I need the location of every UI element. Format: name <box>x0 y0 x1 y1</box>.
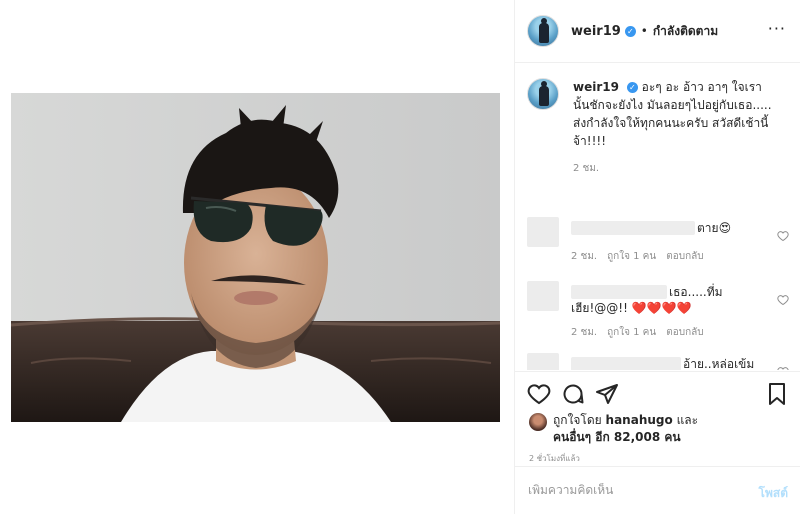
likes-text: ถูกใจโดย hanahugo และ คนอื่นๆ อีก 82,008… <box>553 412 713 446</box>
reply-button[interactable]: ตอบกลับ <box>666 251 703 262</box>
like-heart-icon[interactable] <box>527 382 551 406</box>
media-area <box>0 0 514 514</box>
commenter-avatar[interactable] <box>527 217 559 247</box>
action-icons <box>527 382 789 406</box>
separator-dot: • <box>640 24 648 38</box>
post-panel: weir19 ✓ • กำลังติดตาม ··· weir19 ✓ อะๆ … <box>514 0 800 514</box>
comment-meta: 2 ชม. ถูกใจ 1 คน ตอบกลับ <box>571 325 714 340</box>
liker-username[interactable]: hanahugo <box>606 413 673 427</box>
comment-time[interactable]: 2 ชม. <box>571 251 597 262</box>
comment-meta: 2 ชม. ถูกใจ 1 คน ตอบกลับ <box>571 249 714 264</box>
comment-item: อ้าย..หล่อเข้ม <box>527 353 789 370</box>
verified-badge-icon: ✓ <box>624 25 636 37</box>
comment-item: ตาย😍 2 ชม. ถูกใจ 1 คน ตอบกลับ <box>527 217 789 267</box>
likes-others[interactable]: คนอื่นๆ อีก 82,008 คน <box>553 430 681 444</box>
author-avatar[interactable] <box>527 15 559 47</box>
verified-badge-icon: ✓ <box>626 82 638 93</box>
comments-list[interactable]: weir19 ✓ อะๆ อะ อ้าว อาๆ ใจเรานั้นชักจะย… <box>515 64 800 370</box>
more-options-icon[interactable]: ··· <box>768 21 786 37</box>
post-photo-graphic <box>11 93 500 422</box>
add-comment-bar: โพสต์ <box>514 466 800 514</box>
reply-button[interactable]: ตอบกลับ <box>666 327 703 338</box>
like-comment-icon[interactable] <box>777 291 789 306</box>
comment-text: ตาย😍 <box>697 221 732 235</box>
liker-avatar[interactable] <box>529 413 547 431</box>
author-username[interactable]: weir19 <box>571 24 621 39</box>
like-comment-icon[interactable] <box>777 363 789 370</box>
like-comment-icon[interactable] <box>777 227 789 242</box>
comment-input[interactable] <box>528 483 728 497</box>
commenter-name-redacted[interactable] <box>571 285 667 299</box>
comment-text: อ้าย..หล่อเข้ม <box>683 357 755 370</box>
post-header: weir19 ✓ • กำลังติดตาม ··· <box>515 0 800 63</box>
caption-avatar[interactable] <box>527 78 559 110</box>
commenter-avatar[interactable] <box>527 353 559 370</box>
commenter-name-redacted[interactable] <box>571 357 681 370</box>
commenter-name-redacted[interactable] <box>571 221 695 235</box>
caption-time[interactable]: 2 ชม. <box>573 160 773 178</box>
likes-and: และ <box>676 413 699 427</box>
post-comment-button[interactable]: โพสต์ <box>759 484 788 503</box>
caption: weir19 ✓ อะๆ อะ อ้าว อาๆ ใจเรานั้นชักจะย… <box>515 64 800 178</box>
comment-item: เธอ.....ที่ม เฮีย!@@!! ❤️❤️❤️❤️ 2 ชม. ถูก… <box>527 281 789 343</box>
share-paper-plane-icon[interactable] <box>595 382 619 406</box>
comment-time[interactable]: 2 ชม. <box>571 327 597 338</box>
likes-summary: ถูกใจโดย hanahugo และ คนอื่นๆ อีก 82,008… <box>529 412 713 446</box>
caption-username[interactable]: weir19 <box>573 80 619 94</box>
comment-likes[interactable]: ถูกใจ 1 คน <box>607 327 656 338</box>
likes-prefix: ถูกใจโดย <box>553 413 602 427</box>
post-timestamp[interactable]: 2 ชั่วโมงที่แล้ว <box>529 452 580 465</box>
save-bookmark-icon[interactable] <box>765 382 789 406</box>
post-photo[interactable] <box>11 93 500 422</box>
caption-body: weir19 ✓ อะๆ อะ อ้าว อาๆ ใจเรานั้นชักจะย… <box>573 78 773 178</box>
commenter-avatar[interactable] <box>527 281 559 311</box>
comment-text-line2: เฮีย!@@!! ❤️❤️❤️❤️ <box>571 301 692 315</box>
follow-button[interactable]: กำลังติดตาม <box>653 22 718 41</box>
comment-bubble-icon[interactable] <box>561 382 585 406</box>
comment-likes[interactable]: ถูกใจ 1 คน <box>607 251 656 262</box>
